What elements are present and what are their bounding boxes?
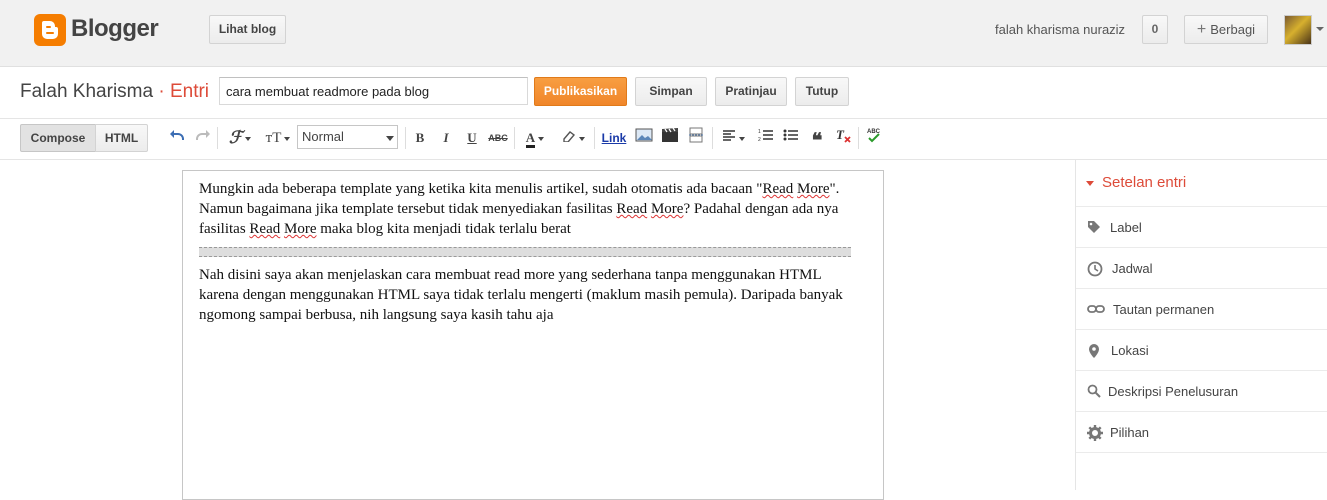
close-button[interactable]: Tutup <box>795 77 849 106</box>
publish-button[interactable]: Publikasikan <box>534 77 627 106</box>
account-menu-caret-icon[interactable] <box>1316 27 1324 31</box>
sidebar-item-location[interactable]: Lokasi <box>1076 329 1327 370</box>
notification-count-button[interactable]: 0 <box>1142 15 1168 44</box>
link-button[interactable]: Link <box>600 127 628 149</box>
spell-error: Read <box>616 201 648 217</box>
blog-name: Falah Kharisma <box>20 81 154 102</box>
svg-text:2: 2 <box>758 137 761 142</box>
sidebar-item-text: Jadwal <box>1112 261 1153 276</box>
sidebar-item-text: Lokasi <box>1111 343 1149 358</box>
spell-error: More <box>650 201 684 217</box>
post-editor[interactable]: Mungkin ada beberapa template yang ketik… <box>182 170 884 500</box>
share-label: Berbagi <box>1210 22 1256 37</box>
spell-error: Read <box>762 181 794 197</box>
image-icon[interactable] <box>634 127 654 149</box>
account-name[interactable]: falah kharisma nuraziz <box>995 22 1125 37</box>
svg-text:T: T <box>836 127 845 142</box>
post-settings-heading[interactable]: Setelan entri <box>1086 174 1186 191</box>
share-button[interactable]: + Berbagi <box>1184 15 1268 44</box>
jump-break-marker[interactable] <box>199 247 851 257</box>
font-size-icon[interactable]: тT <box>262 127 294 149</box>
sidebar-item-schedule[interactable]: Jadwal <box>1076 247 1327 288</box>
bold-icon[interactable]: B <box>411 127 429 149</box>
post-settings-title: Setelan entri <box>1102 174 1187 191</box>
gear-icon <box>1087 425 1103 441</box>
spell-error: More <box>797 181 830 197</box>
brand-name[interactable]: Blogger <box>71 15 159 43</box>
align-icon[interactable] <box>718 127 748 149</box>
sidebar-item-label[interactable]: Label <box>1076 206 1327 247</box>
bullet-list-icon[interactable] <box>781 127 801 149</box>
caret-down-icon <box>1086 180 1094 186</box>
undo-icon[interactable] <box>167 127 187 149</box>
preview-button[interactable]: Pratinjau <box>715 77 787 106</box>
toolbar-separator <box>405 127 406 149</box>
divider <box>1076 452 1327 453</box>
html-mode-button[interactable]: HTML <box>95 124 148 152</box>
spell-check-icon[interactable]: ABC <box>864 127 884 149</box>
section-name: Entri <box>169 81 210 102</box>
tag-icon <box>1087 220 1103 236</box>
jump-break-icon[interactable] <box>686 127 706 149</box>
compose-mode-button[interactable]: Compose <box>20 124 96 152</box>
text-color-icon[interactable]: A <box>520 127 550 149</box>
spell-error: More <box>283 221 317 237</box>
post-settings-sidebar: Setelan entri Label Jadwal Tautan perman… <box>1075 160 1327 490</box>
sidebar-item-search-description[interactable]: Deskripsi Penelusuran <box>1076 370 1327 411</box>
post-breadcrumb: Falah Kharisma · Entri <box>20 81 209 103</box>
location-pin-icon <box>1087 343 1103 359</box>
paragraph-format-select[interactable]: Normal <box>297 125 398 149</box>
toolbar-separator <box>217 127 218 149</box>
underline-icon[interactable]: U <box>463 127 481 149</box>
quote-icon[interactable]: ❝ <box>807 127 827 152</box>
sidebar-item-text: Label <box>1110 220 1142 235</box>
redo-icon[interactable] <box>193 127 213 149</box>
remove-formatting-icon[interactable]: T <box>833 127 853 149</box>
strikethrough-icon[interactable]: ABC <box>487 127 509 149</box>
font-family-icon[interactable]: ℱ <box>224 127 256 149</box>
clock-icon <box>1087 261 1103 277</box>
spell-error: Read <box>249 221 281 237</box>
avatar[interactable] <box>1284 15 1312 45</box>
toolbar-separator <box>594 127 595 149</box>
plus-icon: + <box>1196 21 1207 38</box>
breadcrumb-separator: · <box>153 81 170 102</box>
numbered-list-icon[interactable]: 12 <box>756 127 776 149</box>
text-run: Mungkin ada beberapa template yang ketik… <box>199 181 763 197</box>
link-icon <box>1087 302 1105 318</box>
save-button[interactable]: Simpan <box>635 77 707 106</box>
top-bar <box>0 0 1327 67</box>
sidebar-item-text: Pilihan <box>1110 425 1150 440</box>
italic-icon[interactable]: I <box>437 127 455 149</box>
text-run: maka blog kita menjadi tidak terlalu ber… <box>316 221 571 237</box>
chevron-down-icon <box>386 136 394 141</box>
toolbar-separator <box>712 127 713 149</box>
editor-paragraph: Mungkin ada beberapa template yang ketik… <box>199 179 859 239</box>
toolbar-separator <box>858 127 859 149</box>
toolbar-separator <box>514 127 515 149</box>
highlight-color-icon[interactable] <box>558 127 588 149</box>
sidebar-item-options[interactable]: Pilihan <box>1076 411 1327 452</box>
editor-paragraph: Nah disini saya akan menjelaskan cara me… <box>199 267 843 323</box>
post-title-input[interactable] <box>219 77 528 105</box>
sidebar-item-text: Tautan permanen <box>1113 302 1215 317</box>
view-blog-button[interactable]: Lihat blog <box>209 15 286 44</box>
svg-text:1: 1 <box>758 129 761 135</box>
blogger-logo-icon[interactable] <box>34 14 66 46</box>
search-icon <box>1087 384 1103 400</box>
sidebar-item-permalink[interactable]: Tautan permanen <box>1076 288 1327 329</box>
video-icon[interactable] <box>660 127 680 149</box>
sidebar-item-text: Deskripsi Penelusuran <box>1108 384 1239 399</box>
paragraph-format-value: Normal <box>302 129 344 144</box>
